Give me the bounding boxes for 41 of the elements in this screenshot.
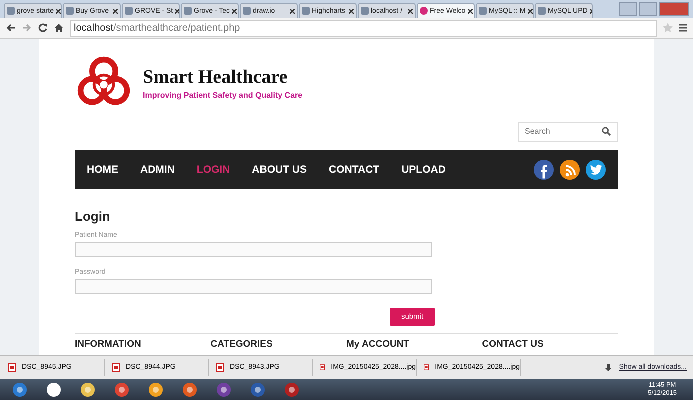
input-field[interactable] — [75, 279, 432, 294]
nav-link[interactable]: HOME — [87, 164, 118, 176]
nav-link[interactable]: ADMIN — [140, 164, 175, 176]
file-icon — [320, 363, 326, 372]
facebook-icon[interactable] — [534, 160, 554, 180]
footer-heading: INFORMATION — [75, 338, 142, 350]
nav-link[interactable]: CONTACT — [329, 164, 380, 176]
site-icon — [66, 7, 74, 15]
footer-heading: My ACCOUNT — [346, 338, 410, 350]
search-field[interactable]: Search — [518, 122, 618, 142]
site-icon — [7, 7, 15, 15]
twitter-icon[interactable] — [586, 160, 606, 180]
file-icon — [112, 363, 120, 372]
rss-icon[interactable] — [560, 160, 580, 180]
footer-heading: CONTACT US — [482, 338, 545, 350]
site-icon — [361, 7, 369, 15]
star-icon[interactable] — [663, 23, 673, 33]
site-icon — [420, 7, 428, 15]
site-icon — [479, 7, 487, 15]
file-icon — [216, 363, 224, 372]
site-icon — [243, 7, 251, 15]
nav-link[interactable]: ABOUT US — [252, 164, 308, 176]
address-field[interactable]: localhost/smarthealthcare/patient.php — [70, 20, 657, 36]
login-heading: Login — [75, 209, 112, 224]
footer-heading: CATEGORIES — [210, 338, 274, 350]
back-icon[interactable] — [6, 23, 16, 33]
site-icon — [538, 7, 546, 15]
reload-icon[interactable] — [38, 23, 48, 33]
download-icon — [605, 364, 612, 372]
home-icon[interactable] — [54, 23, 64, 33]
file-icon — [8, 363, 16, 372]
menu-icon[interactable] — [679, 23, 687, 33]
site-tagline: Improving Patient Safety and Quality Care — [143, 90, 303, 100]
input-field[interactable] — [75, 242, 432, 257]
nav-link[interactable]: UPLOAD — [402, 164, 446, 176]
search-icon[interactable] — [602, 127, 611, 136]
file-icon — [424, 363, 430, 372]
site-icon — [184, 7, 192, 15]
site-icon — [125, 7, 133, 15]
site-icon — [302, 7, 310, 15]
site-title: Smart Healthcare — [143, 66, 289, 88]
